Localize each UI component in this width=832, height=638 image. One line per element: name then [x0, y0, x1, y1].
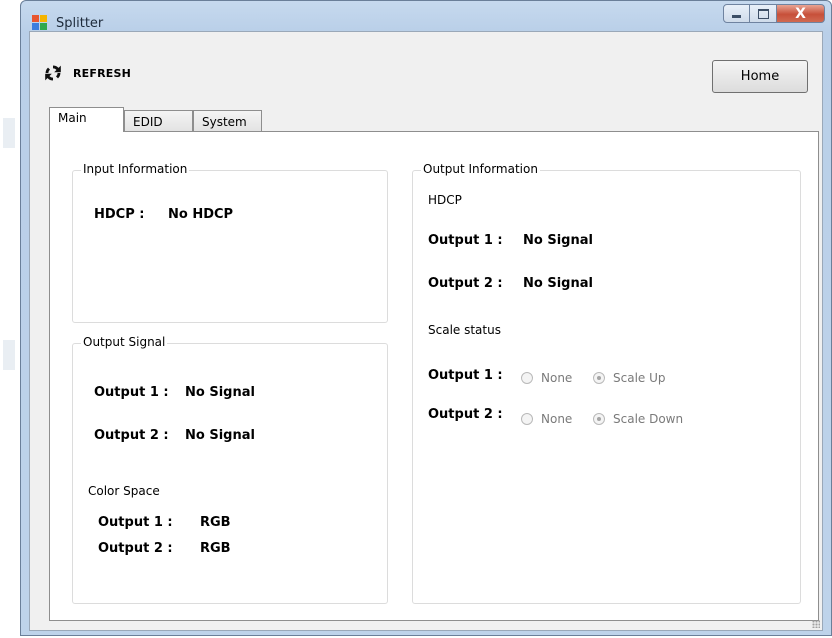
scale-output-1-scale-up-radio[interactable]: Scale Up	[593, 371, 666, 385]
desktop-mark	[3, 118, 15, 148]
output-information-title: Output Information	[421, 162, 540, 176]
radio-label: None	[541, 412, 573, 426]
caption-buttons: X	[723, 4, 825, 26]
scale-output-1-label: Output 1 :	[428, 368, 503, 383]
scale-output-2-label: Output 2 :	[428, 407, 503, 422]
scale-output-1-none-radio[interactable]: None	[521, 371, 572, 385]
refresh-icon	[45, 65, 61, 81]
main-tab-panel: Input Information HDCP : No HDCP Output …	[49, 131, 819, 621]
desktop-background	[0, 0, 20, 638]
input-information-title: Input Information	[81, 162, 190, 176]
radio-checked-icon	[593, 372, 605, 384]
hdcp-label: HDCP :	[94, 207, 145, 222]
home-button[interactable]: Home	[712, 60, 808, 93]
scale-output-2-scale-down-radio[interactable]: Scale Down	[593, 412, 683, 426]
splitter-window: Splitter X REFRESH Home Main EDID System…	[20, 0, 832, 636]
hdcp-output-2-label: Output 2 :	[428, 276, 503, 291]
hdcp-output-2-value: No Signal	[523, 276, 593, 291]
output-signal-group: Output Signal Output 1 : No Signal Outpu…	[72, 335, 388, 604]
radio-unchecked-icon	[521, 372, 533, 384]
client-area: REFRESH Home Main EDID System Input Info…	[29, 31, 823, 631]
scale-status-title: Scale status	[428, 323, 501, 337]
minimize-button[interactable]	[723, 4, 750, 23]
refresh-button[interactable]: REFRESH	[43, 63, 131, 83]
color-space-title: Color Space	[88, 484, 160, 498]
radio-label: Scale Down	[613, 412, 684, 426]
hdcp-section-title: HDCP	[428, 193, 462, 207]
maximize-button[interactable]	[750, 4, 777, 23]
output-1-label: Output 1 :	[94, 385, 169, 400]
color-output-2-value: RGB	[200, 541, 231, 556]
output-2-label: Output 2 :	[94, 428, 169, 443]
input-information-group: Input Information HDCP : No HDCP	[72, 162, 388, 323]
close-icon: X	[795, 5, 806, 22]
hdcp-output-1-label: Output 1 :	[428, 233, 503, 248]
maximize-icon	[757, 8, 769, 19]
output-1-signal-value: No Signal	[185, 385, 255, 400]
refresh-label: REFRESH	[73, 66, 132, 80]
color-output-2-label: Output 2 :	[98, 541, 173, 556]
title-bar[interactable]: Splitter X	[21, 1, 831, 31]
color-output-1-label: Output 1 :	[98, 515, 173, 530]
tab-system[interactable]: System	[193, 110, 262, 131]
window-title: Splitter	[56, 16, 104, 31]
minimize-icon	[732, 15, 741, 18]
tab-main[interactable]: Main	[49, 107, 124, 132]
resize-grip[interactable]	[812, 620, 820, 628]
output-2-signal-value: No Signal	[185, 428, 255, 443]
tab-edid[interactable]: EDID	[124, 110, 193, 131]
radio-label: None	[541, 371, 573, 385]
output-signal-title: Output Signal	[81, 335, 168, 349]
scale-output-2-none-radio[interactable]: None	[521, 412, 572, 426]
hdcp-value: No HDCP	[168, 207, 234, 222]
hdcp-output-1-value: No Signal	[523, 233, 593, 248]
radio-checked-icon	[593, 413, 605, 425]
output-information-group: Output Information HDCP Output 1 : No Si…	[412, 162, 801, 604]
splitter-app-icon	[32, 15, 48, 31]
desktop-mark	[3, 340, 15, 370]
radio-unchecked-icon	[521, 413, 533, 425]
radio-label: Scale Up	[613, 371, 666, 385]
color-output-1-value: RGB	[200, 515, 231, 530]
close-button[interactable]: X	[777, 4, 825, 23]
